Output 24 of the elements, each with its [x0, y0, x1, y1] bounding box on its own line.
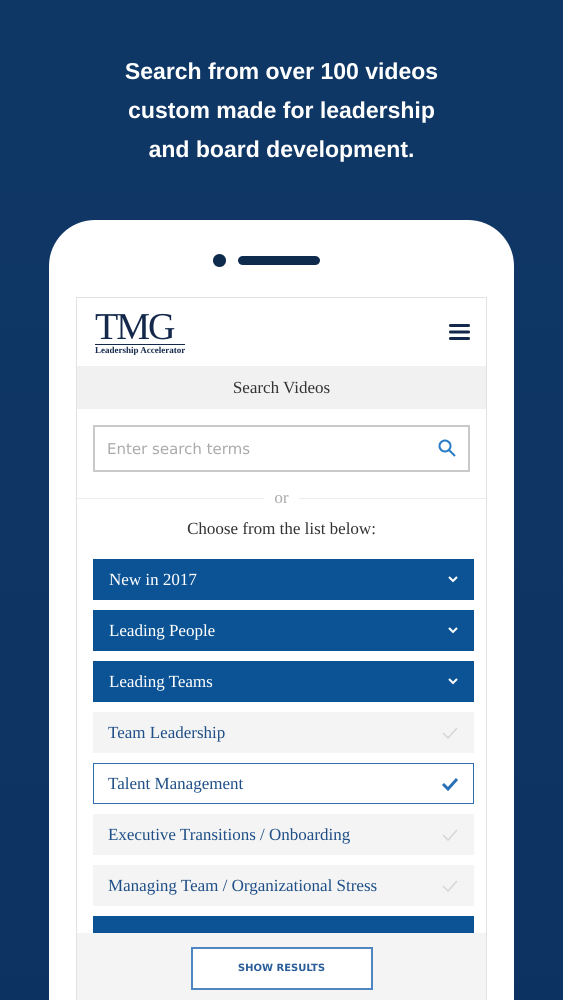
headline-text: Search from over 100 videos — [124, 57, 438, 86]
category-header[interactable]: Leading People — [93, 610, 474, 651]
section-title: Search Videos — [77, 366, 486, 409]
chevron-down-icon — [448, 576, 458, 583]
search-icon[interactable] — [438, 439, 456, 457]
chevron-down-icon — [448, 627, 458, 634]
search-field[interactable]: Enter search terms — [93, 425, 470, 472]
headline-text: custom made for leadership — [128, 96, 435, 125]
topic-item[interactable]: Team Leadership — [93, 712, 474, 753]
or-divider-text: or — [274, 488, 289, 508]
logo-mark: TMG — [95, 310, 174, 344]
show-results-button[interactable]: SHOW RESULTS — [190, 947, 372, 990]
speaker-icon — [238, 256, 320, 265]
list-prompt: Choose from the list below: — [186, 519, 377, 539]
topic-item[interactable]: Talent Management — [93, 763, 474, 804]
category-header[interactable]: New in 2017 — [93, 559, 474, 600]
camera-icon — [213, 254, 226, 267]
logo-tagline: Leadership Accelerator — [95, 344, 186, 354]
topic-item[interactable]: Managing Team / Organizational Stress — [93, 865, 474, 906]
headline-text: and board development. — [148, 135, 414, 164]
topic-item[interactable]: Executive Transitions / Onboarding — [93, 814, 474, 855]
category-header[interactable]: Leading Teams — [93, 661, 474, 702]
menu-icon[interactable] — [449, 324, 470, 340]
chevron-down-icon — [448, 678, 458, 685]
